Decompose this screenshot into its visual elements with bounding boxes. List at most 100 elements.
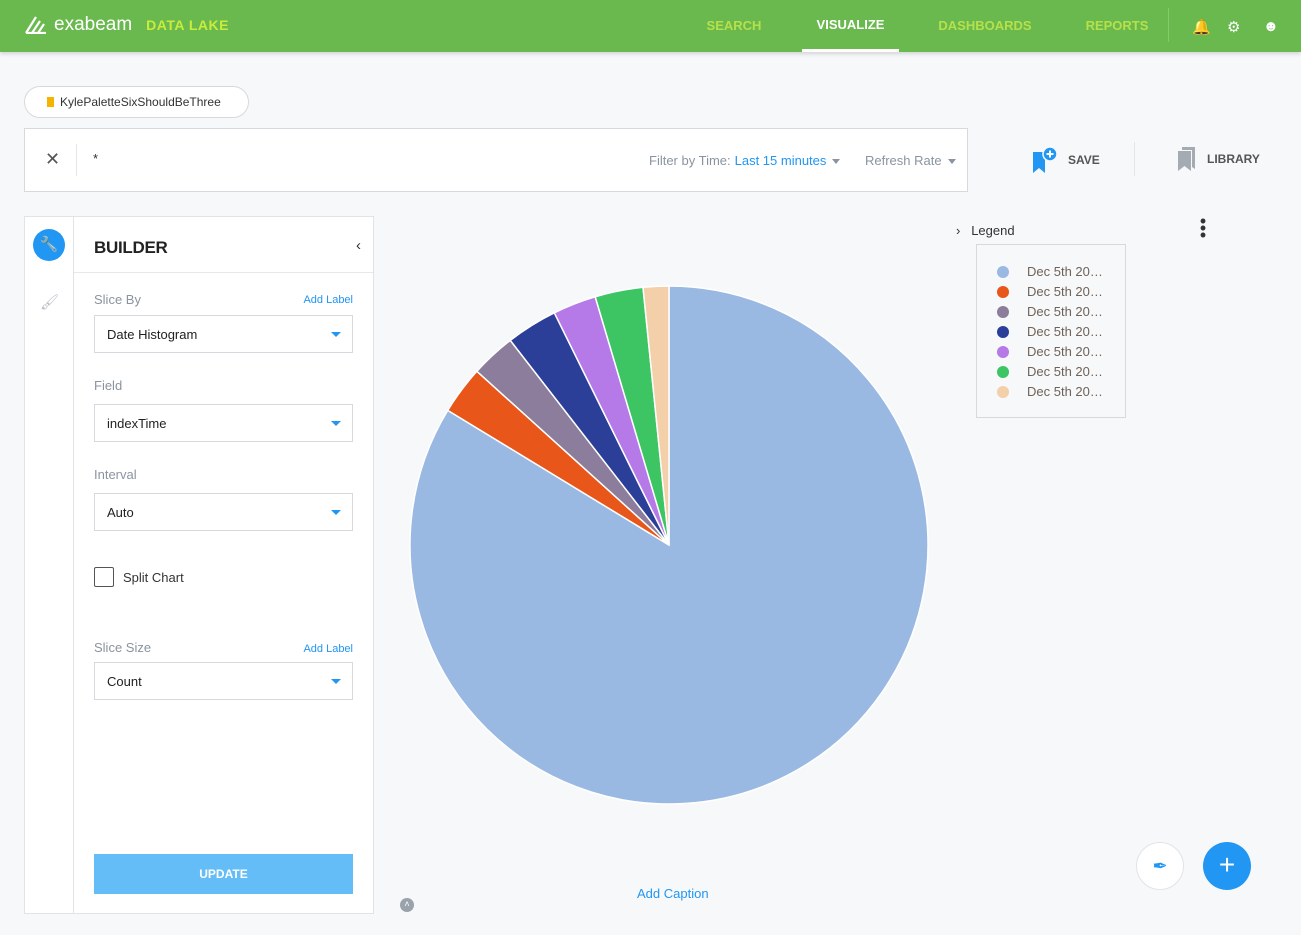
legend-swatch [997,265,1009,278]
exabeam-logo-icon [25,16,46,34]
legend-label: Dec 5th 20… [1027,284,1103,299]
legend-label: Dec 5th 20… [1027,324,1103,339]
pie-slice[interactable] [553,295,670,546]
legend-item[interactable]: Dec 5th 20… [997,304,1103,319]
saved-search-name: KylePaletteSixShouldBeThree [60,95,221,109]
wrench-icon[interactable]: 🔧 [33,229,65,261]
builder-title: BUILDER [94,238,168,257]
slice-size-value: Count [107,674,142,689]
legend-item[interactable]: Dec 5th 20… [997,384,1103,399]
pie-slice[interactable] [594,286,670,546]
split-chart-label: Split Chart [123,570,184,585]
chevron-down-icon [331,679,341,684]
pie-slice[interactable] [642,285,670,546]
save-label: SAVE [1068,153,1100,167]
legend-title: Legend [971,223,1015,238]
nav-reports[interactable]: REPORTS [1080,0,1154,52]
chevron-down-icon [331,332,341,337]
split-chart-checkbox[interactable] [94,567,114,587]
legend-label: Dec 5th 20… [1027,364,1103,379]
add-button[interactable]: + [1203,842,1251,890]
add-label-link[interactable]: Add Label [303,294,353,306]
chevron-right-icon: › [956,223,961,238]
slice-by-label: Slice By [94,292,141,307]
legend-toggle[interactable]: › Legend [956,223,1015,238]
plus-icon: + [1218,849,1236,880]
divider [1134,142,1135,176]
pie-slice[interactable] [509,311,670,546]
bookmark-icon [47,97,54,107]
interval-value: Auto [107,505,134,520]
save-button[interactable]: SAVE [1032,146,1100,174]
legend-swatch [997,365,1009,378]
logo[interactable]: exabeam DATA LAKE [24,14,229,36]
refresh-rate-label: Refresh Rate [865,153,942,168]
field-select[interactable]: indexTime [94,404,353,442]
eyedropper-icon: ✒ [1152,856,1168,876]
field-label: Field [94,378,123,393]
builder-panel: BUILDER ‹ Slice By Add Label Date Histog… [73,216,374,914]
library-label: LIBRARY [1207,152,1260,166]
nav-search[interactable]: SEARCH [700,0,768,52]
chevron-down-icon [331,421,341,426]
product-name: DATA LAKE [146,17,229,33]
divider [74,272,373,273]
paintbrush-icon[interactable]: 🖌 [40,293,59,311]
more-options-icon[interactable]: • • • [1196,212,1210,244]
bookmark-add-icon [1033,146,1058,173]
pie-slice[interactable] [475,339,670,546]
brand-name: exabeam [54,14,133,35]
nav-dashboards[interactable]: DASHBOARDS [935,0,1035,52]
divider [76,144,77,176]
legend-label: Dec 5th 20… [1027,264,1103,279]
gear-icon[interactable]: ⚙ [1227,18,1240,36]
legend-item[interactable]: Dec 5th 20… [997,364,1103,379]
legend-item[interactable]: Dec 5th 20… [997,284,1103,299]
pie-slice[interactable] [409,285,929,805]
caret-down-icon [832,159,841,165]
field-value: indexTime [107,416,167,431]
library-button[interactable]: LIBRARY [1177,146,1260,172]
search-input[interactable]: * [93,151,98,166]
clear-search-icon[interactable]: ✕ [45,149,60,170]
time-filter[interactable]: Filter by Time: Last 15 minutes [649,153,841,168]
legend-label: Dec 5th 20… [1027,344,1103,359]
legend-swatch [997,345,1009,358]
slice-size-label: Slice Size [94,640,152,655]
time-filter-value: Last 15 minutes [734,153,827,168]
search-bar: ✕ * Filter by Time: Last 15 minutes Refre… [24,128,968,192]
pie-slice[interactable] [446,370,670,546]
legend-swatch [997,325,1009,338]
top-nav-bar: exabeam DATA LAKE SEARCH VISUALIZE DASHB… [0,0,1301,52]
nav-visualize[interactable]: VISUALIZE [802,0,899,52]
update-button[interactable]: UPDATE [94,854,353,894]
add-label-link[interactable]: Add Label [303,643,353,655]
legend-item[interactable]: Dec 5th 20… [997,344,1103,359]
slice-size-select[interactable]: Count [94,662,353,700]
legend-label: Dec 5th 20… [1027,304,1103,319]
legend-item[interactable]: Dec 5th 20… [997,324,1103,339]
legend-swatch [997,385,1009,398]
legend-swatch [997,285,1009,298]
library-icon [1178,147,1195,171]
time-filter-label: Filter by Time: [649,153,731,168]
interval-label: Interval [94,467,137,482]
collapse-chevron-icon[interactable]: ‹ [356,237,361,254]
interval-select[interactable]: Auto [94,493,353,531]
chevron-up-icon[interactable]: ˄ [400,898,414,912]
builder-side-tabs: 🔧 🖌 [24,216,74,914]
chevron-down-icon [331,510,341,515]
legend-label: Dec 5th 20… [1027,384,1103,399]
user-icon[interactable]: ☻ [1263,18,1279,35]
add-caption-link[interactable]: Add Caption [637,886,709,901]
caret-down-icon [947,159,956,165]
nav-divider [1168,8,1169,42]
legend-swatch [997,305,1009,318]
legend: Dec 5th 20… Dec 5th 20… Dec 5th 20… Dec 5th… [976,244,1126,418]
legend-item[interactable]: Dec 5th 20… [997,264,1103,279]
saved-search-chip[interactable]: KylePaletteSixShouldBeThree [24,86,249,118]
refresh-rate-dropdown[interactable]: Refresh Rate [865,153,956,168]
color-picker-button[interactable]: ✒ [1136,842,1184,890]
bell-icon[interactable]: 🔔 [1192,18,1211,36]
slice-by-select[interactable]: Date Histogram [94,315,353,353]
